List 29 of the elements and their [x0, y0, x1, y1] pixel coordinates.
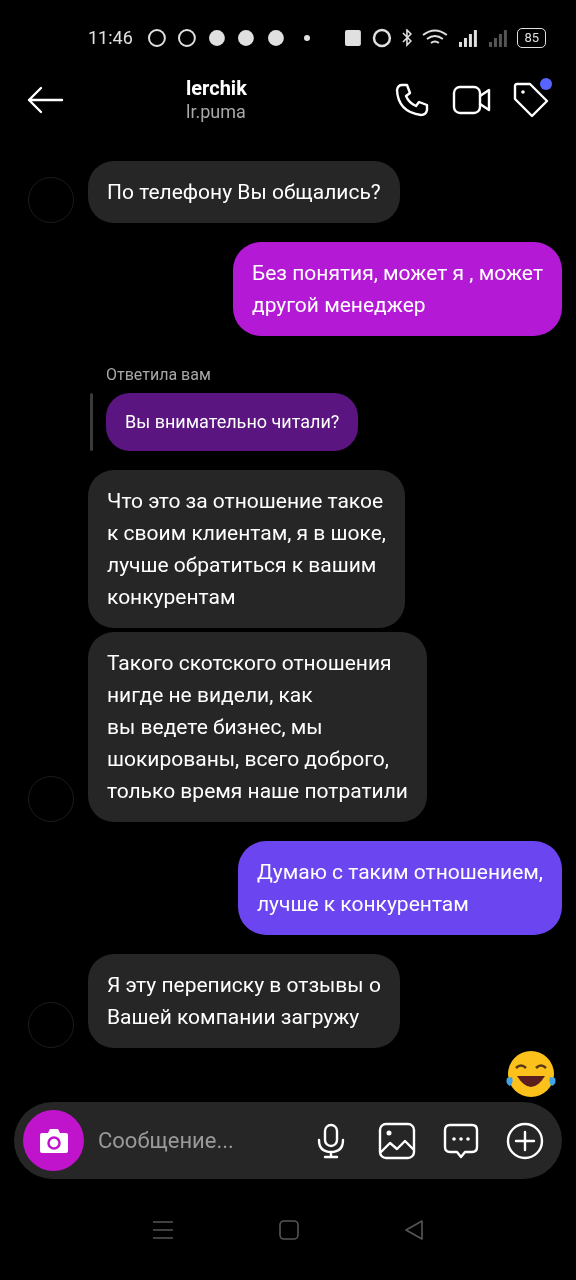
contact-name[interactable]: lerchik	[186, 75, 247, 101]
microphone-icon[interactable]	[316, 1122, 346, 1159]
message-bubble: Что это за отношение такое к своим клиентам, я в шоке, лучше обратиться к вашим конкурентам	[88, 469, 405, 628]
back-icon[interactable]	[403, 1218, 424, 1241]
phone-icon[interactable]	[394, 81, 430, 118]
signal-icon	[457, 28, 478, 47]
message-bubble: Думаю с таким отношением, лучше к конкурентам	[237, 840, 562, 935]
message-bubble: Такого скотского отношения нигде не видели, как вы ведете бизнес, мы шокированы, всего доброго, только время наше потратили	[88, 631, 427, 822]
contact-username: lr.puma	[186, 100, 247, 124]
bluetooth-icon	[401, 28, 412, 47]
quoted-bubble[interactable]: Вы внимательно читали?	[106, 392, 359, 451]
message-input[interactable]: Сообщение...	[98, 1124, 298, 1158]
tag-icon[interactable]	[512, 80, 550, 119]
reply-label: Ответила вам	[106, 363, 212, 386]
home-icon[interactable]	[279, 1219, 299, 1240]
back-arrow-icon[interactable]	[26, 84, 64, 115]
wifi-icon	[421, 28, 448, 47]
message-bubble: По телефону Вы общались?	[88, 160, 400, 223]
status-time: 11:46	[88, 26, 133, 51]
video-camera-icon[interactable]	[452, 83, 492, 116]
add-icon[interactable]	[506, 1121, 544, 1160]
signal-icon	[487, 28, 508, 47]
camera-icon	[37, 1127, 70, 1154]
message-bubble: Без понятия, может я , может другой менеджер	[232, 241, 562, 336]
camera-button[interactable]	[23, 1110, 84, 1172]
chat-bubble-icon[interactable]	[442, 1121, 480, 1160]
battery-indicator: 85	[517, 27, 547, 48]
message-bubble: Я эту переписку в отзывы о Вашей компании загружу	[88, 953, 400, 1048]
image-icon[interactable]	[378, 1121, 416, 1160]
